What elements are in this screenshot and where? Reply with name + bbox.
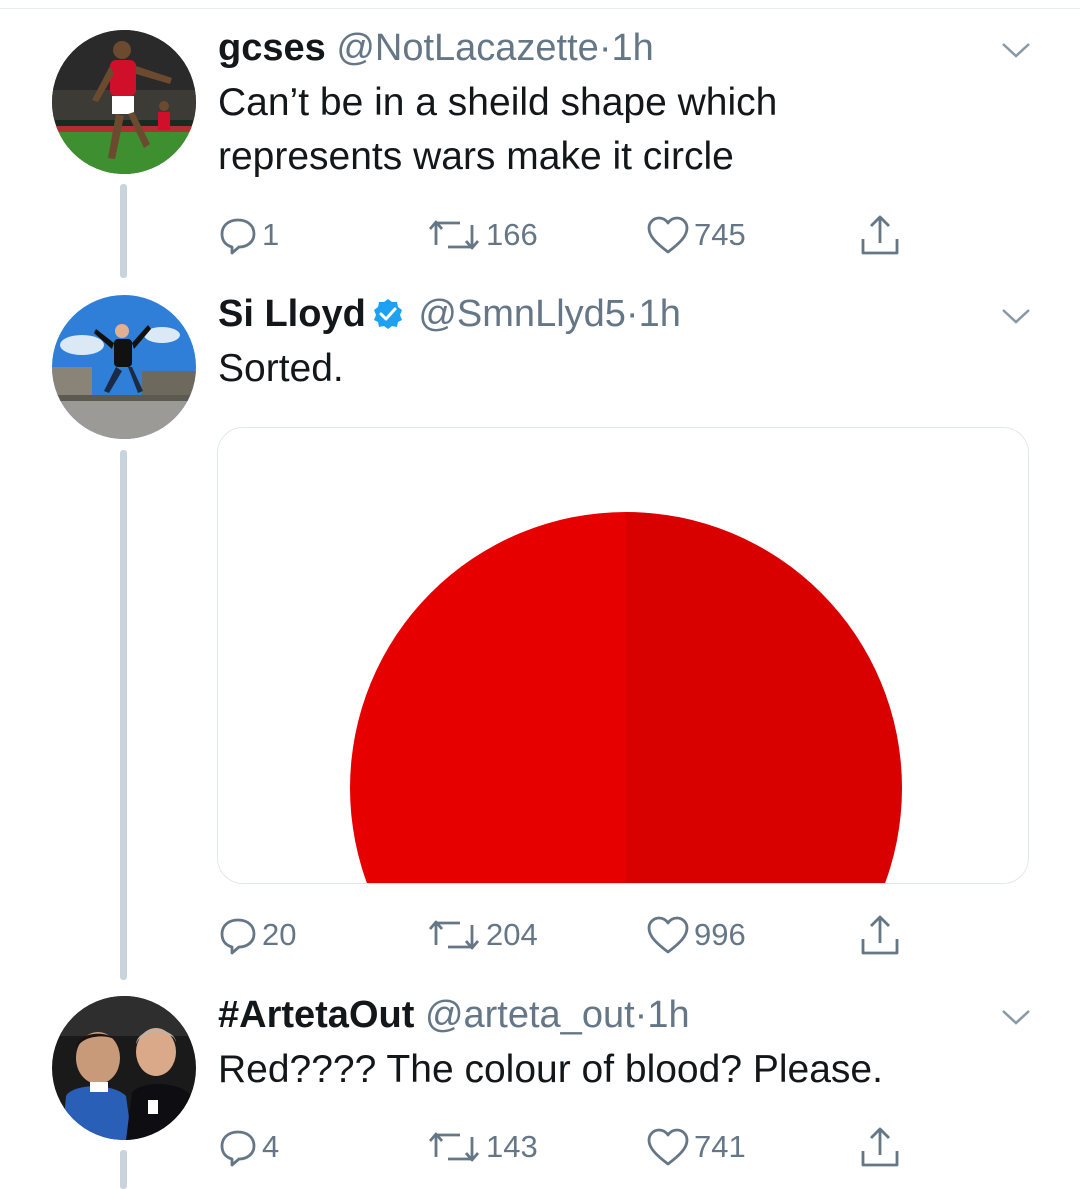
tweet-header: Si Lloyd @SmnLlyd5·1h [218,292,681,336]
reply-button[interactable]: 1 [218,212,279,258]
like-count: 996 [694,917,746,952]
chevron-down-icon[interactable] [1000,1007,1032,1027]
user-handle[interactable]: @arteta_out [425,994,635,1036]
retweet-button[interactable]: 143 [426,1124,538,1170]
reply-icon [220,218,256,255]
retweet-button[interactable]: 166 [426,212,538,258]
avatar[interactable] [52,30,196,174]
display-name[interactable]: #ArtetaOut [218,994,414,1036]
timestamp[interactable]: 1h [611,27,653,69]
tweet-header: gcses @NotLacazette·1h [218,26,654,70]
tweet-text-line: represents wars make it circle [218,135,734,178]
like-icon [647,216,689,254]
red-circle-image [350,512,902,883]
tweet-header: #ArtetaOut @arteta_out·1h [218,993,690,1037]
reply-icon [220,1130,256,1167]
like-count: 741 [694,1129,746,1164]
like-button[interactable]: 996 [646,912,746,958]
user-handle[interactable]: @SmnLlyd5 [418,293,626,335]
reply-button[interactable]: 20 [218,912,296,958]
tweet-text: Red???? The colour of blood? Please. [218,1043,1038,1097]
thread-line [120,450,127,980]
tweet-actions: 20 204 996 [218,912,918,958]
tweet-text-line: Can’t be in a sheild shape which [218,81,778,124]
separator-dot: · [598,27,612,69]
tweet-actions: 1 166 745 [218,212,918,258]
avatar[interactable] [52,996,196,1140]
reply-icon [220,918,256,955]
separator-dot: · [625,293,639,335]
reply-count: 4 [262,1129,280,1164]
retweet-count: 166 [486,217,538,252]
top-divider [0,8,1080,9]
user-handle[interactable]: @NotLacazette [336,27,599,69]
tweet-text: Sorted. [218,342,1038,396]
tweet-text-line: Red???? The colour of blood? Please. [218,1048,883,1091]
like-icon [647,1128,689,1166]
like-count: 745 [694,217,746,252]
thread-line [120,184,127,278]
retweet-icon [428,1132,480,1162]
display-name[interactable]: gcses [218,27,326,69]
retweet-icon [428,920,480,950]
tweet-image[interactable] [217,427,1029,884]
retweet-button[interactable]: 204 [426,912,538,958]
retweet-icon [428,220,480,250]
timestamp[interactable]: 1h [647,994,689,1036]
share-icon [861,915,899,955]
share-icon [861,215,899,255]
share-button[interactable] [858,912,902,958]
retweet-count: 204 [486,917,538,952]
tweet-actions: 4 143 741 [218,1124,918,1170]
reply-count: 1 [262,217,280,252]
reply-button[interactable]: 4 [218,1124,279,1170]
tweet-text-line: Sorted. [218,347,344,390]
thread-line [120,1150,127,1189]
like-button[interactable]: 741 [646,1124,746,1170]
share-icon [861,1127,899,1167]
chevron-down-icon[interactable] [1000,40,1032,60]
share-button[interactable] [858,212,902,258]
retweet-count: 143 [486,1129,538,1164]
reply-count: 20 [262,917,297,952]
display-name[interactable]: Si Lloyd [218,293,366,335]
avatar[interactable] [52,295,196,439]
like-icon [647,916,689,954]
timestamp[interactable]: 1h [639,293,681,335]
like-button[interactable]: 745 [646,212,746,258]
tweet-text: Can’t be in a sheild shape which represe… [218,76,1038,184]
verified-badge-icon [373,299,402,329]
separator-dot: · [634,994,648,1036]
chevron-down-icon[interactable] [1000,306,1032,326]
share-button[interactable] [858,1124,902,1170]
